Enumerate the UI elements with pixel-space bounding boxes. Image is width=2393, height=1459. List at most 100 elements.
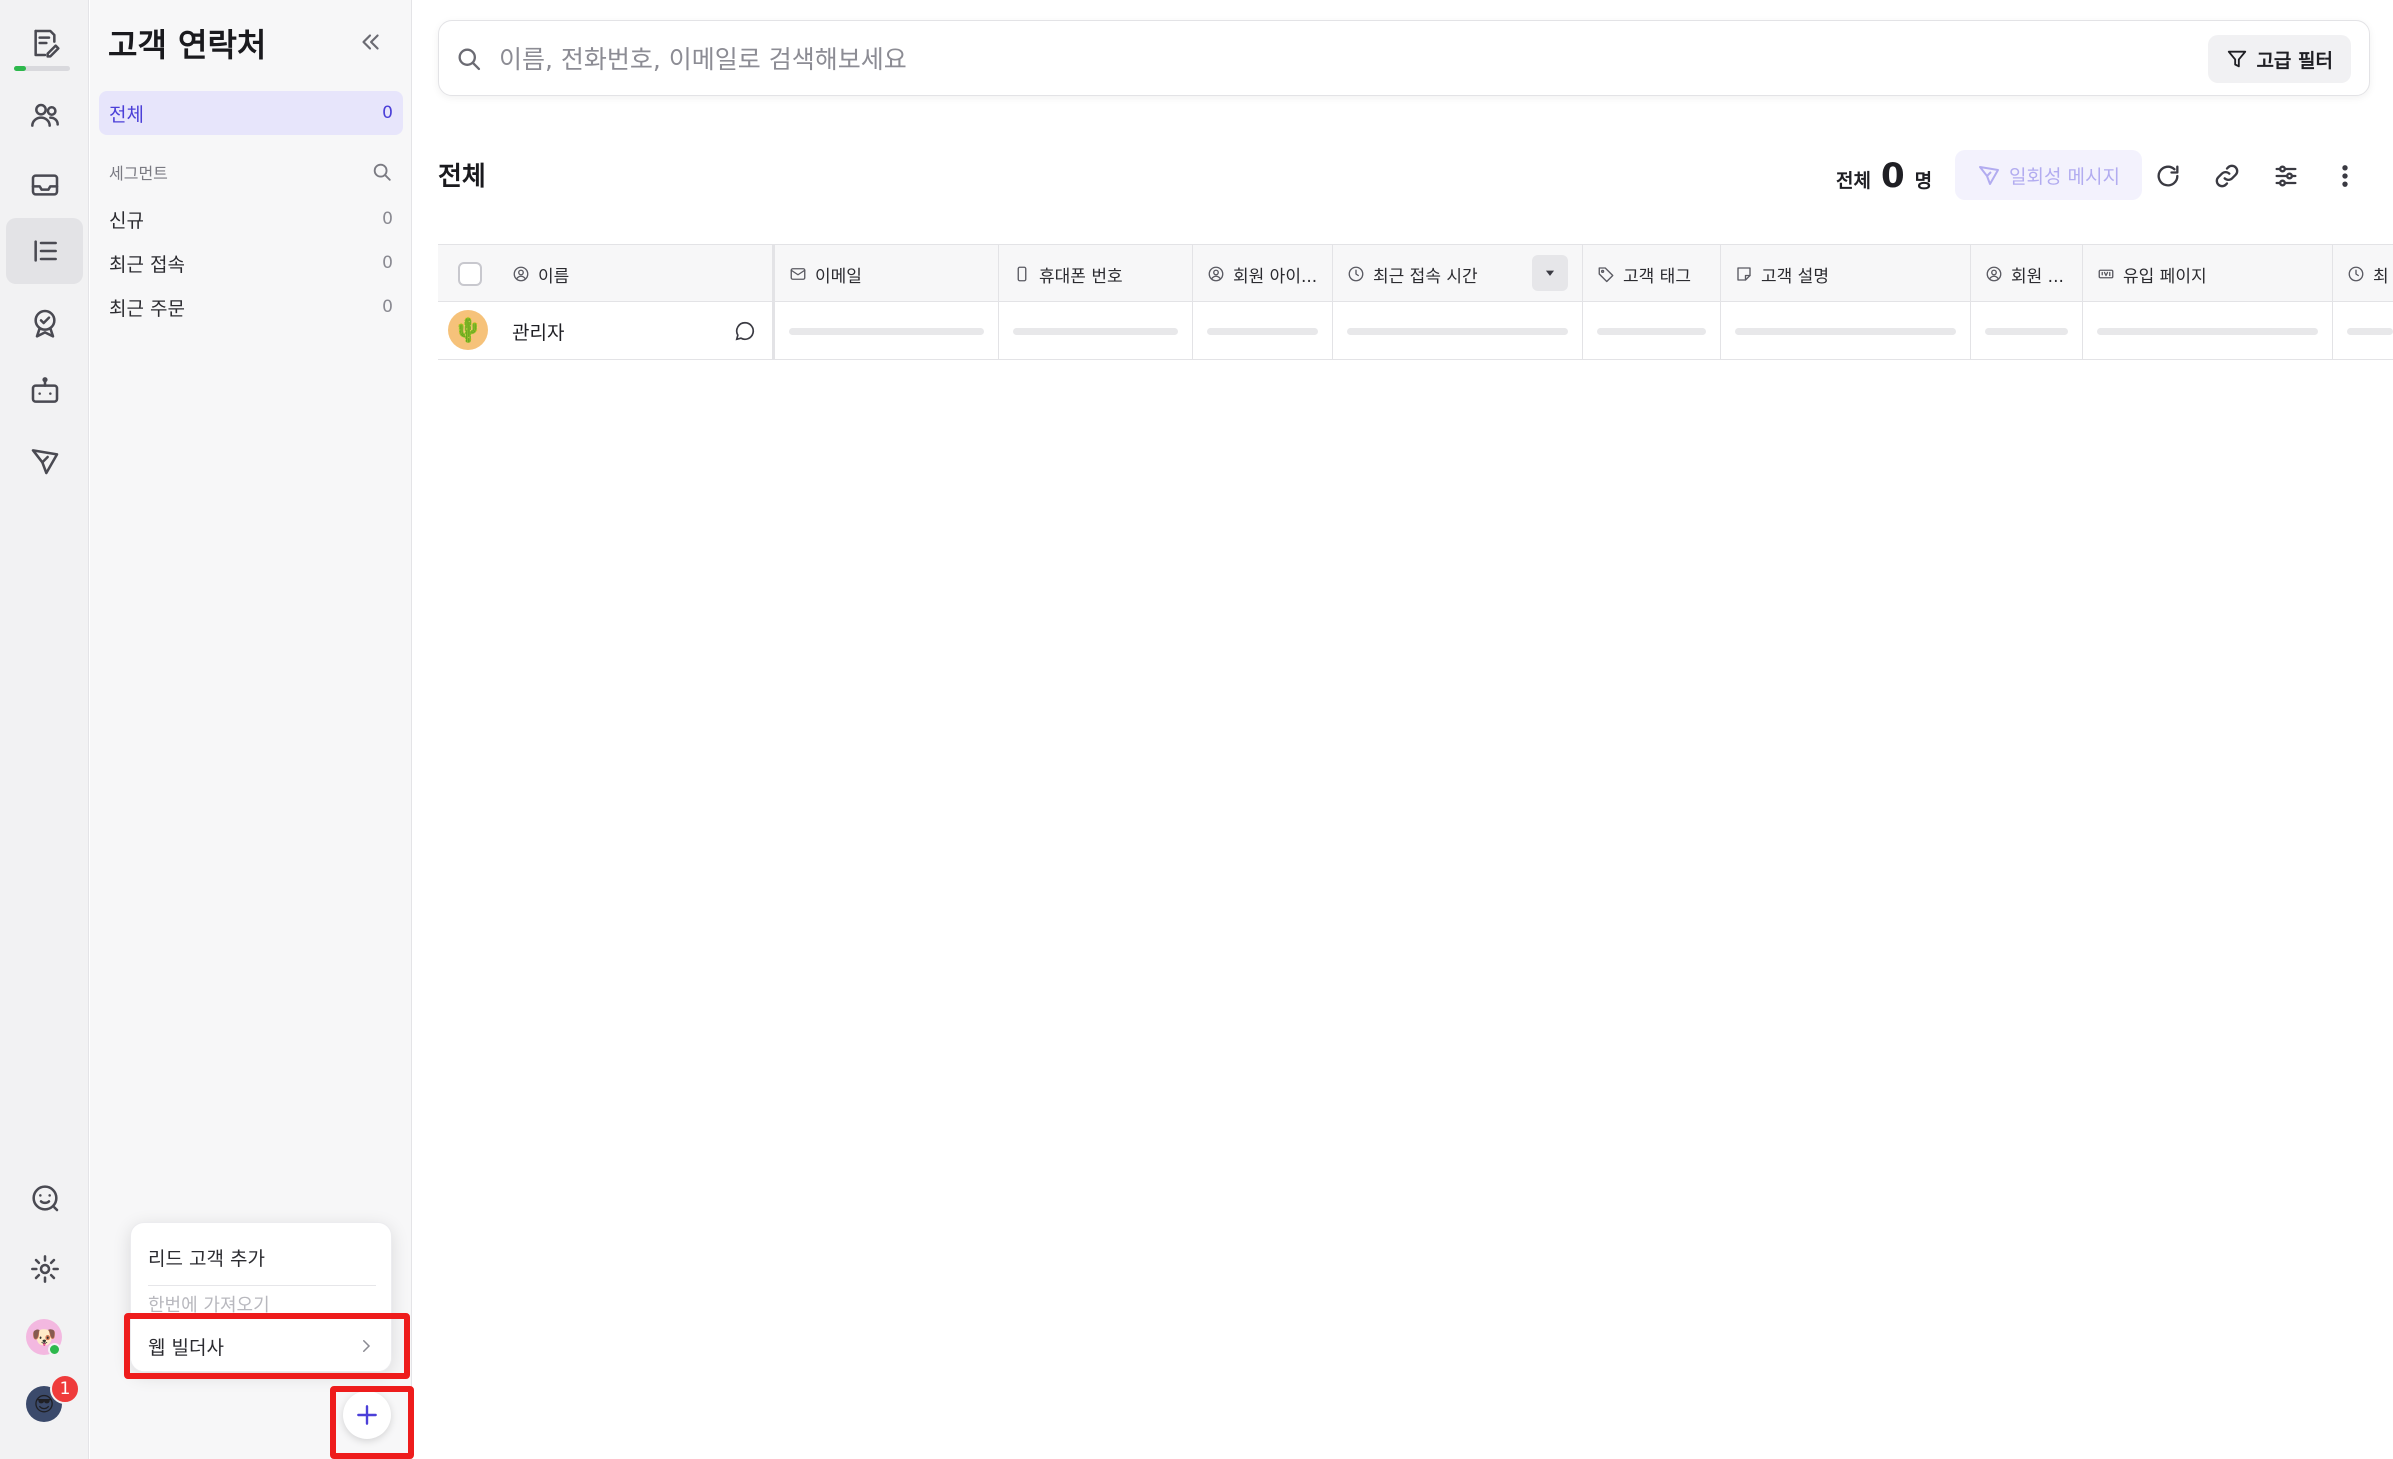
copy-link-button[interactable]	[2207, 156, 2247, 196]
icon-rail: 🐶 😎 1	[0, 0, 89, 1459]
column-header-email[interactable]: 이메일	[775, 245, 999, 303]
total-label: 전체	[1836, 170, 1871, 192]
sidebar-item-label: 최근 주문	[109, 297, 185, 320]
double-chevron-left-icon	[362, 34, 379, 50]
page-title: 전체	[438, 162, 486, 192]
table-header: 이름 이메일 휴대폰 번호 회원 아이... 최근 접속 시간 고객 태그 고객…	[438, 244, 2393, 303]
contact-name: 관리자	[512, 322, 565, 344]
url-icon	[2098, 269, 2114, 279]
sidebar-item-new[interactable]: 신규 0	[99, 197, 403, 241]
column-header-member[interactable]: 회원 ...	[1971, 245, 2083, 303]
rail-inbox[interactable]	[6, 152, 83, 218]
cell-member	[1971, 302, 2083, 360]
users-icon	[30, 103, 59, 127]
segments-header-label: 세그먼트	[109, 164, 168, 183]
filter-icon	[2228, 50, 2247, 68]
gear-icon	[30, 1255, 59, 1283]
cell-description	[1721, 302, 1971, 360]
rail-support[interactable]	[6, 1165, 83, 1231]
name-column-divider	[772, 244, 775, 360]
sidebar-item-all[interactable]: 전체 0	[99, 91, 403, 135]
caret-down-icon	[1545, 270, 1555, 276]
refresh-button[interactable]	[2148, 156, 2188, 196]
user-circle-icon	[1208, 266, 1224, 282]
cell-member-id	[1193, 302, 1333, 360]
user-circle-icon	[513, 266, 529, 282]
advanced-filter-label: 고급 필터	[2256, 49, 2333, 72]
onboarding-progress	[14, 66, 70, 71]
list-icon	[33, 240, 57, 262]
select-all-checkbox[interactable]	[458, 262, 482, 286]
sidebar-item-count: 0	[382, 209, 393, 229]
sort-dropdown-button[interactable]	[1532, 255, 1568, 291]
column-settings-button[interactable]	[2266, 156, 2306, 196]
cell-email	[775, 302, 999, 360]
collapse-sidebar-button[interactable]	[352, 24, 388, 60]
sidebar-item-count: 0	[382, 103, 393, 123]
menu-item-import[interactable]: 한번에 가져오기	[148, 1291, 270, 1317]
inbox-icon	[31, 174, 58, 196]
send-icon	[31, 449, 58, 475]
search-input[interactable]	[499, 37, 1999, 81]
menu-item-web-builder[interactable]: 웹 빌더사	[131, 1320, 391, 1371]
search-icon[interactable]	[371, 161, 393, 183]
total-number: 0	[1880, 156, 1905, 196]
rail-settings[interactable]	[6, 1236, 83, 1302]
total-unit: 명	[1914, 170, 1933, 192]
bulk-message-label: 일회성 메시지	[2009, 165, 2120, 188]
sliders-icon	[2275, 165, 2297, 187]
sidebar-item-label: 전체	[109, 103, 144, 126]
rail-badges[interactable]	[6, 290, 83, 356]
menu-item-label: 웹 빌더사	[148, 1336, 224, 1359]
column-header-more[interactable]: 최	[2333, 245, 2393, 303]
bulk-message-button[interactable]: 일회성 메시지	[1955, 150, 2142, 200]
bot-icon	[31, 377, 58, 403]
column-header-landing-page[interactable]: 유입 페이지	[2083, 245, 2333, 303]
add-contact-menu: 리드 고객 추가 한번에 가져오기 웹 빌더사	[130, 1222, 392, 1372]
link-icon	[2215, 164, 2239, 188]
user-circle-icon	[1986, 266, 2002, 282]
clock-icon	[2348, 266, 2364, 282]
rail-contacts-list[interactable]	[6, 218, 83, 284]
contact-avatar: 🌵	[448, 310, 488, 350]
plus-icon	[357, 1405, 377, 1425]
total-count: 전체 0 명	[1836, 156, 1932, 196]
sidebar-item-count: 0	[382, 297, 393, 317]
mail-icon	[790, 268, 806, 280]
menu-item-add-lead[interactable]: 리드 고객 추가	[131, 1231, 391, 1283]
sidebar-item-label: 최근 접속	[109, 253, 185, 276]
send-icon	[1979, 166, 1999, 185]
tag-icon	[1598, 267, 1614, 283]
cell-tags	[1583, 302, 1721, 360]
rail-campaign[interactable]	[6, 428, 83, 494]
chevron-right-icon	[363, 1340, 371, 1352]
notes-icon	[33, 29, 60, 58]
column-header-phone[interactable]: 휴대폰 번호	[999, 245, 1193, 303]
column-header-name[interactable]: 이름	[498, 245, 772, 303]
notification-badge: 1	[50, 1374, 80, 1404]
chat-bubble-icon[interactable]	[734, 320, 756, 342]
phone-icon	[1017, 266, 1027, 282]
sidebar-item-recent-visit[interactable]: 최근 접속 0	[99, 241, 403, 285]
cell-more	[2333, 302, 2393, 360]
table-row[interactable]: 🌵 관리자	[438, 302, 2393, 360]
search-icon	[458, 48, 481, 71]
column-header-description[interactable]: 고객 설명	[1721, 245, 1971, 303]
app-root: 🐶 😎 1 고객 연락처 전체 0 세그먼트 신규 0 최근 접속 0 최근 주…	[0, 0, 2393, 1459]
clock-icon	[1348, 266, 1364, 282]
rail-users[interactable]	[6, 82, 83, 148]
column-header-member-id[interactable]: 회원 아이...	[1193, 245, 1333, 303]
sidebar-item-count: 0	[382, 253, 393, 273]
cell-phone	[999, 302, 1193, 360]
note-icon	[1737, 267, 1751, 281]
cell-last-visit	[1333, 302, 1583, 360]
refresh-icon	[2157, 165, 2179, 187]
support-chat-icon	[31, 1185, 58, 1212]
rail-bot[interactable]	[6, 358, 83, 424]
more-options-button[interactable]	[2325, 156, 2365, 196]
column-header-tags[interactable]: 고객 태그	[1583, 245, 1721, 303]
sidebar-item-recent-order[interactable]: 최근 주문 0	[99, 285, 403, 329]
menu-divider	[148, 1285, 376, 1286]
advanced-filter-button[interactable]: 고급 필터	[2208, 35, 2351, 83]
add-contact-button[interactable]	[343, 1391, 391, 1439]
